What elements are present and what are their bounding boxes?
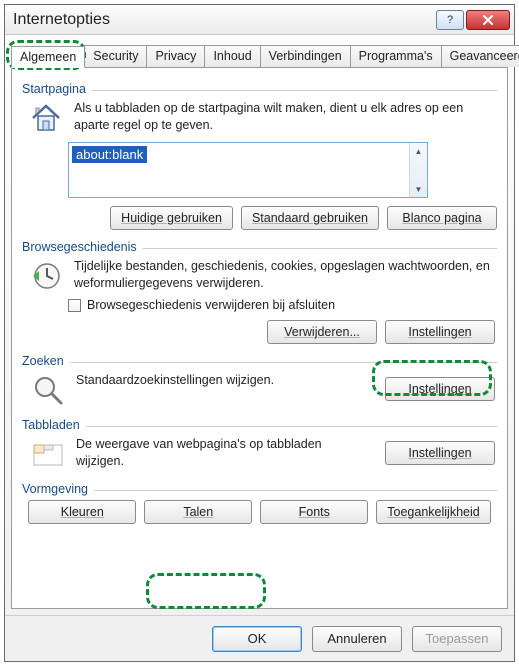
tab-geavanceerd[interactable]: Geavanceerd [441,45,519,67]
group-search: Zoeken Standaardzoekinstellingen wijzige… [22,354,497,410]
home-icon [28,100,64,136]
tab-verbindingen[interactable]: Verbindingen [260,45,351,67]
tab-privacy[interactable]: Privacy [146,45,205,67]
legend-startpagina: Startpagina [22,82,86,96]
group-startpagina: Startpagina Als u tabbladen op de startp… [22,82,497,232]
window-title: Internetopties [13,11,434,29]
search-icon [30,372,66,408]
group-tabs: Tabbladen De weergave van webpagina's op… [22,418,497,474]
use-current-button[interactable]: Huidige gebruiken [110,206,233,230]
group-history: Browsegeschiedenis Tijdelijke bestanden,… [22,240,497,346]
dialog-buttons: OK Annuleren Toepassen [5,615,514,661]
checkbox-box [68,299,81,312]
ok-button[interactable]: OK [212,626,302,652]
history-desc: Tijdelijke bestanden, geschiedenis, cook… [74,258,495,292]
tabstrip: Algemeen Security Privacy Inhoud Verbind… [11,45,508,67]
legend-search: Zoeken [22,354,64,368]
legend-history: Browsegeschiedenis [22,240,137,254]
search-desc: Standaardzoekinstellingen wijzigen. [76,372,373,389]
close-button[interactable] [466,10,510,30]
delete-on-exit-label: Browsegeschiedenis verwijderen bij afslu… [87,298,335,312]
apply-button: Toepassen [412,626,502,652]
accessibility-button[interactable]: Toegankelijkheid [376,500,490,524]
scroll-down-icon: ▼ [410,181,427,197]
scrollbar[interactable]: ▲ ▼ [409,143,427,197]
use-blank-button[interactable]: Blanco pagina [387,206,497,230]
search-settings-button[interactable]: Instellingen [385,377,495,401]
tab-security[interactable]: Security [84,45,147,67]
close-icon [482,14,494,26]
internet-options-window: Internetopties ? Algemeen Security Priva… [4,4,515,662]
history-icon [28,258,64,294]
legend-tabs: Tabbladen [22,418,80,432]
group-appearance: Vormgeving Kleuren Talen Fonts Toegankel… [22,482,497,528]
tabs-settings-button[interactable]: Instellingen [385,441,495,465]
tabs-icon [30,436,66,472]
tab-algemeen[interactable]: Algemeen [11,46,85,68]
legend-appearance: Vormgeving [22,482,88,496]
languages-button[interactable]: Talen [144,500,252,524]
tabpanel-algemeen: Startpagina Als u tabbladen op de startp… [11,67,508,609]
homepage-value: about:blank [72,146,147,163]
delete-on-exit-checkbox[interactable]: Browsegeschiedenis verwijderen bij afslu… [68,298,335,312]
fonts-button[interactable]: Fonts [260,500,368,524]
help-button[interactable]: ? [436,10,464,30]
tab-inhoud[interactable]: Inhoud [204,45,260,67]
history-delete-button[interactable]: Verwijderen... [267,320,377,344]
titlebar: Internetopties ? [5,5,514,35]
scroll-up-icon: ▲ [410,143,427,159]
highlight-languages-button [146,573,266,609]
tabs-desc: De weergave van webpagina's op tabbladen… [76,436,373,470]
history-settings-button[interactable]: Instellingen [385,320,495,344]
homepage-textarea[interactable]: about:blank ▲ ▼ [68,142,428,198]
tab-programmas[interactable]: Programma's [350,45,442,67]
colors-button[interactable]: Kleuren [28,500,136,524]
use-default-button[interactable]: Standaard gebruiken [241,206,379,230]
startpagina-desc: Als u tabbladen op de startpagina wilt m… [74,100,495,134]
cancel-button[interactable]: Annuleren [312,626,402,652]
